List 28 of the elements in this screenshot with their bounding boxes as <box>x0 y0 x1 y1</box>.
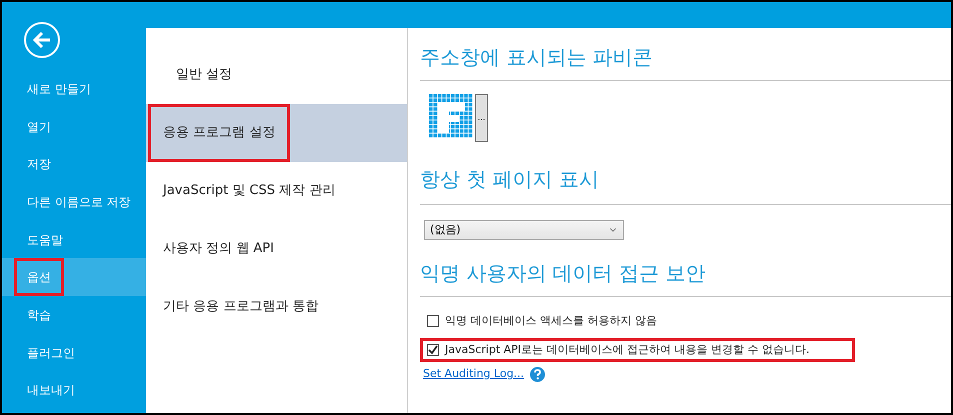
category-item[interactable]: JavaScript 및 CSS 제작 관리 <box>146 162 407 220</box>
sidebar-item[interactable]: 플러그인 <box>2 334 146 372</box>
sidebar-item[interactable]: 저장 <box>2 145 146 184</box>
checkbox-option[interactable]: JavaScript API로는 데이터베이스에 접근하여 내용을 변경할 수 없습니다. <box>420 338 855 362</box>
page-dropdown[interactable]: (없음) <box>424 220 624 240</box>
sidebar-item[interactable]: 열기 <box>2 108 146 146</box>
browse-button[interactable]: ... <box>475 94 488 142</box>
checkbox-option[interactable]: 익명 데이터베이스 액세스를 허용하지 않음 <box>420 309 951 334</box>
sidebar-item[interactable]: 새로 만들기 <box>2 70 146 108</box>
sidebar-item[interactable]: 학습 <box>2 296 146 334</box>
checkbox[interactable] <box>427 344 439 356</box>
section-heading: 익명 사용자의 데이터 접근 보안 <box>420 260 706 286</box>
category-item[interactable]: 기타 응용 프로그램과 통합 <box>146 278 407 336</box>
back-arrow-icon <box>33 32 51 48</box>
category-item[interactable]: 응용 프로그램 설정 <box>146 104 407 162</box>
sidebar-item[interactable]: 내보내기 <box>2 372 146 410</box>
section-heading: 주소창에 표시되는 파비콘 <box>420 44 654 70</box>
sidebar-item[interactable]: 다른 이름으로 저장 <box>2 183 146 221</box>
back-button[interactable] <box>24 22 60 58</box>
auditing-log-link[interactable]: Set Auditing Log... <box>423 366 524 382</box>
favicon-image <box>429 94 473 138</box>
sidebar-item[interactable]: 도움말 <box>2 220 146 258</box>
section-heading: 항상 첫 페이지 표시 <box>420 166 600 192</box>
category-item[interactable]: 일반 설정 <box>146 46 407 104</box>
help-icon[interactable] <box>530 366 546 382</box>
checkbox[interactable] <box>427 315 439 328</box>
category-item[interactable]: 사용자 정의 웹 API <box>146 220 407 278</box>
checkmark-icon <box>428 344 438 355</box>
